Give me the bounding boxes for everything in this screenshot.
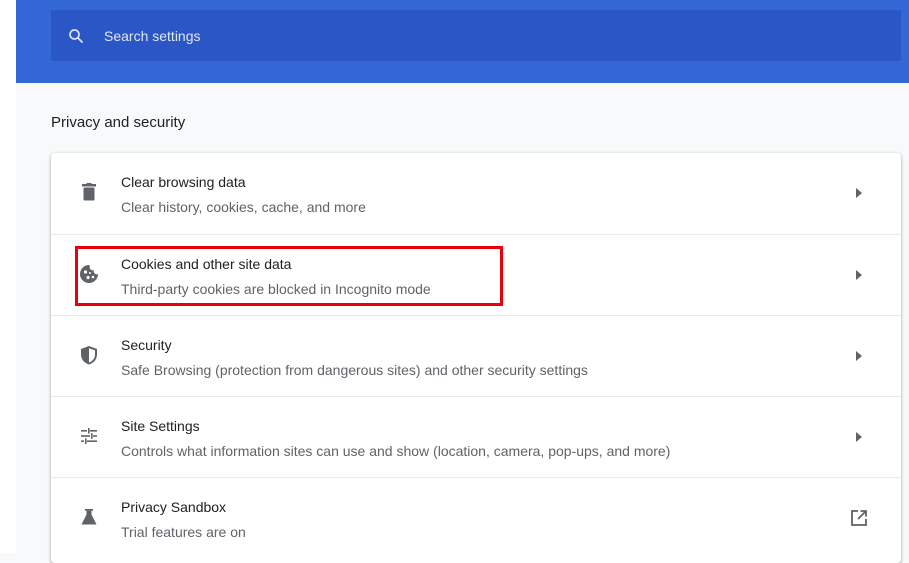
row-sublabel: Third-party cookies are blocked in Incog… <box>121 281 431 297</box>
search-input[interactable]: Search settings <box>104 28 201 44</box>
row-label: Security <box>121 337 172 353</box>
trash-icon <box>78 181 100 203</box>
row-sublabel: Controls what information sites can use … <box>121 443 671 459</box>
flask-icon <box>78 506 100 528</box>
open-in-new-icon[interactable] <box>847 506 871 530</box>
row-label: Privacy Sandbox <box>121 499 227 515</box>
window-edge <box>0 0 16 553</box>
chevron-right-icon[interactable] <box>847 181 871 205</box>
section-title: Privacy and security <box>51 114 186 131</box>
tune-icon <box>78 425 100 447</box>
row-sublabel: Safe Browsing (protection from dangerous… <box>121 362 588 378</box>
chevron-right-icon[interactable] <box>847 263 871 287</box>
row-sublabel: Trial features are on <box>121 524 246 540</box>
settings-row-clear-browsing-data[interactable]: Clear browsing data Clear history, cooki… <box>51 153 901 234</box>
chevron-right-icon[interactable] <box>847 425 871 449</box>
row-label: Clear browsing data <box>121 174 246 190</box>
row-sublabel: Clear history, cookies, cache, and more <box>121 199 366 215</box>
row-label: Cookies and other site data <box>121 256 292 272</box>
search-bar[interactable]: Search settings <box>51 10 901 61</box>
shield-icon <box>78 344 100 366</box>
privacy-settings-card: Clear browsing data Clear history, cooki… <box>51 153 901 563</box>
cookie-icon <box>78 263 100 285</box>
settings-row-privacy-sandbox[interactable]: Privacy Sandbox Trial features are on <box>51 477 901 558</box>
row-label: Site Settings <box>121 418 200 434</box>
settings-row-security[interactable]: Security Safe Browsing (protection from … <box>51 315 901 396</box>
settings-row-site-settings[interactable]: Site Settings Controls what information … <box>51 396 901 477</box>
chevron-right-icon[interactable] <box>847 344 871 368</box>
search-icon[interactable] <box>66 26 86 46</box>
settings-row-cookies[interactable]: Cookies and other site data Third-party … <box>51 234 901 315</box>
